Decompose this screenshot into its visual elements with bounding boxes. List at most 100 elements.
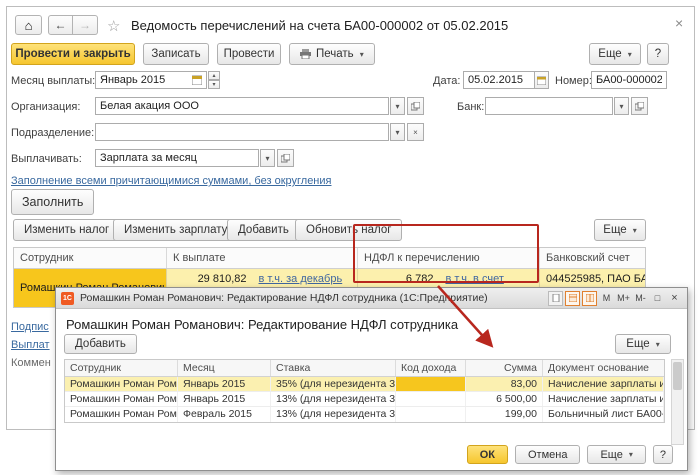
bank-open-button[interactable] — [631, 97, 648, 115]
window-title: Ведомость перечислений на счета БА00-000… — [131, 18, 508, 33]
dialog-add-button[interactable]: Добавить — [64, 334, 137, 354]
payout-link[interactable]: Выплат — [11, 339, 50, 351]
open-link-icon — [281, 154, 290, 163]
division-label: Подразделение: — [11, 127, 94, 139]
income-code-cell[interactable] — [396, 392, 466, 406]
employee-cell[interactable]: Ромашкин Роман Рома... — [65, 407, 178, 422]
scale-m-button[interactable]: М — [599, 291, 614, 306]
dialog-footer: ОК Отмена Еще ▾ ? — [467, 445, 673, 464]
dialog-panel2-icon[interactable] — [582, 291, 597, 306]
save-button[interactable]: Записать — [143, 43, 209, 65]
pay-dropdown-button[interactable]: ▾ — [260, 149, 275, 167]
scrollbar-thumb[interactable] — [673, 362, 682, 390]
comment-label: Коммен — [11, 357, 51, 369]
division-field[interactable] — [95, 123, 389, 141]
forward-button[interactable]: → — [73, 15, 98, 35]
chevron-down-icon: ▾ — [633, 226, 637, 235]
chevron-down-icon: ▾ — [265, 154, 269, 163]
printer-icon — [300, 49, 311, 59]
print-button[interactable]: Печать ▾ — [289, 43, 375, 65]
number-value: БА00-000002 — [596, 74, 662, 86]
month-spinner[interactable]: ▴ ▾ — [208, 71, 220, 89]
table-more-button[interactable]: Еще ▾ — [594, 219, 646, 241]
spin-down-icon[interactable]: ▾ — [208, 80, 220, 89]
calendar-icon[interactable] — [192, 75, 202, 85]
maximize-icon[interactable]: □ — [650, 291, 665, 306]
month-cell[interactable]: Январь 2015 — [178, 377, 271, 391]
home-button[interactable]: ⌂ — [15, 15, 42, 35]
favorite-star-icon[interactable]: ☆ — [107, 17, 120, 35]
dialog-titlebar[interactable]: 1С Ромашкин Роман Романович: Редактирова… — [56, 288, 687, 309]
dialog-footer-more-button[interactable]: Еще ▾ — [587, 445, 645, 464]
amount-cell[interactable]: 83,00 — [466, 377, 543, 391]
date-calendar-button[interactable] — [534, 71, 549, 89]
rate-cell[interactable]: 13% (для нерезидента 30%) — [271, 392, 396, 406]
pay-open-button[interactable] — [277, 149, 294, 167]
help-button[interactable]: ? — [647, 43, 669, 65]
date-field[interactable]: 05.02.2015 — [463, 71, 535, 89]
refresh-tax-button[interactable]: Обновить налог — [295, 219, 402, 241]
pay-value: Зарплата за месяц — [100, 152, 254, 164]
fill-button[interactable]: Заполнить — [11, 189, 94, 215]
income-code-cell[interactable] — [396, 377, 466, 391]
dialog-help-button[interactable]: ? — [653, 445, 673, 464]
employee-cell[interactable]: Ромашкин Роман Рома... — [65, 377, 178, 391]
base-doc-cell[interactable]: Начисление зарплаты и взно... — [543, 392, 664, 406]
dialog-panel-icon[interactable] — [565, 291, 580, 306]
more-button[interactable]: Еще ▾ — [589, 43, 641, 65]
add-row-button[interactable]: Добавить — [227, 219, 300, 241]
post-button[interactable]: Провести — [217, 43, 281, 65]
spin-up-icon[interactable]: ▴ — [208, 71, 220, 80]
bank-field[interactable] — [485, 97, 613, 115]
dialog-close-icon[interactable]: × — [667, 291, 682, 306]
base-doc-cell[interactable]: Начисление зарплаты и взно... — [543, 377, 664, 391]
organization-value: Белая акация ООО — [100, 100, 384, 112]
bank-dropdown-button[interactable]: ▾ — [614, 97, 629, 115]
month-cell[interactable]: Февраль 2015 — [178, 407, 271, 422]
dialog-more-button[interactable]: Еще ▾ — [615, 334, 671, 354]
ndfl-edit-dialog: 1С Ромашкин Роман Романович: Редактирова… — [55, 287, 688, 471]
amount-cell[interactable]: 199,00 — [466, 407, 543, 422]
organization-label: Организация: — [11, 101, 80, 113]
change-salary-button[interactable]: Изменить зарплату — [113, 219, 238, 241]
ok-button[interactable]: ОК — [467, 445, 508, 464]
table-row[interactable]: Ромашкин Роман Рома... Январь 2015 13% (… — [65, 392, 664, 407]
scale-m-minus-button[interactable]: М- — [633, 291, 648, 306]
more-label: Еще — [598, 48, 621, 60]
table-row[interactable]: Ромашкин Роман Рома... Февраль 2015 13% … — [65, 407, 664, 422]
print-label: Печать — [316, 48, 354, 60]
number-label: Номер: — [555, 75, 592, 87]
organization-field[interactable]: Белая акация ООО — [95, 97, 389, 115]
col-amount: Сумма — [466, 360, 543, 376]
change-tax-button[interactable]: Изменить налог — [13, 219, 120, 241]
organization-open-button[interactable] — [407, 97, 424, 115]
table-row[interactable]: Ромашкин Роман Рома... Январь 2015 35% (… — [65, 377, 664, 392]
more-label: Еще — [603, 224, 626, 236]
signatures-link[interactable]: Подпис — [11, 321, 49, 333]
division-clear-button[interactable]: × — [407, 123, 424, 141]
amount-cell[interactable]: 6 500,00 — [466, 392, 543, 406]
rate-cell[interactable]: 13% (для нерезидента 30%) — [271, 407, 396, 422]
income-code-cell[interactable] — [396, 407, 466, 422]
organization-dropdown-button[interactable]: ▾ — [390, 97, 405, 115]
panel-icon — [569, 294, 577, 302]
number-field[interactable]: БА00-000002 — [591, 71, 667, 89]
vertical-scrollbar[interactable] — [671, 359, 684, 445]
back-button[interactable]: ← — [48, 15, 73, 35]
post-and-close-button[interactable]: Провести и закрыть — [11, 43, 135, 65]
division-dropdown-button[interactable]: ▾ — [390, 123, 405, 141]
scale-m-plus-button[interactable]: М+ — [616, 291, 631, 306]
page-icon — [552, 294, 560, 302]
employee-cell[interactable]: Ромашкин Роман Рома... — [65, 392, 178, 406]
fill-settings-link[interactable]: Заполнение всеми причитающимися суммами,… — [11, 175, 332, 187]
dialog-tool-icon[interactable] — [548, 291, 563, 306]
rate-cell[interactable]: 35% (для нерезидента 30%) — [271, 377, 396, 391]
month-label: Месяц выплаты: — [11, 75, 95, 87]
month-cell[interactable]: Январь 2015 — [178, 392, 271, 406]
base-doc-cell[interactable]: Больничный лист БА00-0000... — [543, 407, 664, 422]
month-field[interactable]: Январь 2015 — [95, 71, 207, 89]
cancel-button[interactable]: Отмена — [515, 445, 580, 464]
close-icon[interactable]: × — [675, 15, 683, 31]
bank-line1: 044525985, ПАО БАНК — [546, 273, 645, 286]
pay-field[interactable]: Зарплата за месяц — [95, 149, 259, 167]
